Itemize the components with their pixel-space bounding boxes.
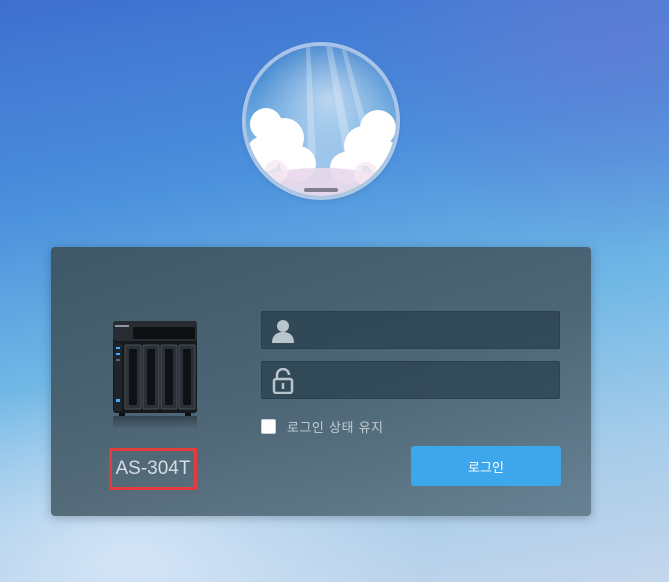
user-icon [272, 320, 294, 343]
password-field[interactable] [261, 361, 560, 400]
user-avatar [246, 46, 396, 196]
nas-model-name: AS-304T [115, 458, 191, 479]
nas-device-image [113, 321, 197, 429]
login-panel: AS-304T 로그인 상태 유지 로그인 [51, 247, 591, 516]
username-input[interactable] [306, 312, 560, 350]
password-input[interactable] [306, 362, 560, 400]
sky-clouds-avatar-image [246, 46, 396, 196]
remember-login-option[interactable]: 로그인 상태 유지 [261, 417, 384, 436]
login-button[interactable]: 로그인 [411, 446, 561, 486]
model-highlight-box: AS-304T [109, 448, 197, 490]
remember-login-checkbox[interactable] [261, 419, 276, 434]
remember-login-label[interactable]: 로그인 상태 유지 [287, 417, 384, 436]
username-field[interactable] [261, 311, 560, 350]
lock-icon [272, 368, 294, 394]
